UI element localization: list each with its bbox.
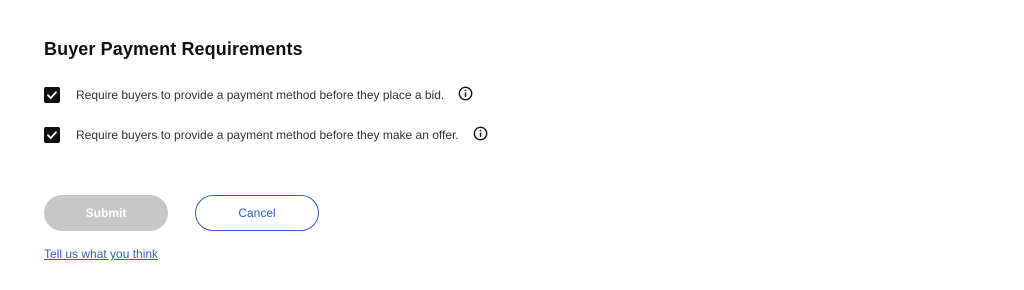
submit-button[interactable]: Submit bbox=[44, 195, 168, 231]
feedback-link[interactable]: Tell us what you think bbox=[44, 247, 158, 261]
checkmark-icon bbox=[47, 131, 57, 139]
buyer-payment-requirements-page: Buyer Payment Requirements Require buyer… bbox=[0, 0, 1024, 290]
offer-payment-label: Require buyers to provide a payment meth… bbox=[76, 128, 459, 142]
option-row-bid: Require buyers to provide a payment meth… bbox=[44, 86, 473, 104]
info-icon[interactable] bbox=[458, 86, 473, 101]
bid-payment-checkbox[interactable] bbox=[44, 87, 60, 103]
bid-payment-label: Require buyers to provide a payment meth… bbox=[76, 88, 445, 102]
checkmark-icon bbox=[47, 91, 57, 99]
offer-payment-checkbox[interactable] bbox=[44, 127, 60, 143]
option-row-offer: Require buyers to provide a payment meth… bbox=[44, 126, 488, 144]
section-title: Buyer Payment Requirements bbox=[44, 39, 303, 59]
info-icon[interactable] bbox=[473, 126, 488, 141]
cancel-button[interactable]: Cancel bbox=[195, 195, 319, 231]
